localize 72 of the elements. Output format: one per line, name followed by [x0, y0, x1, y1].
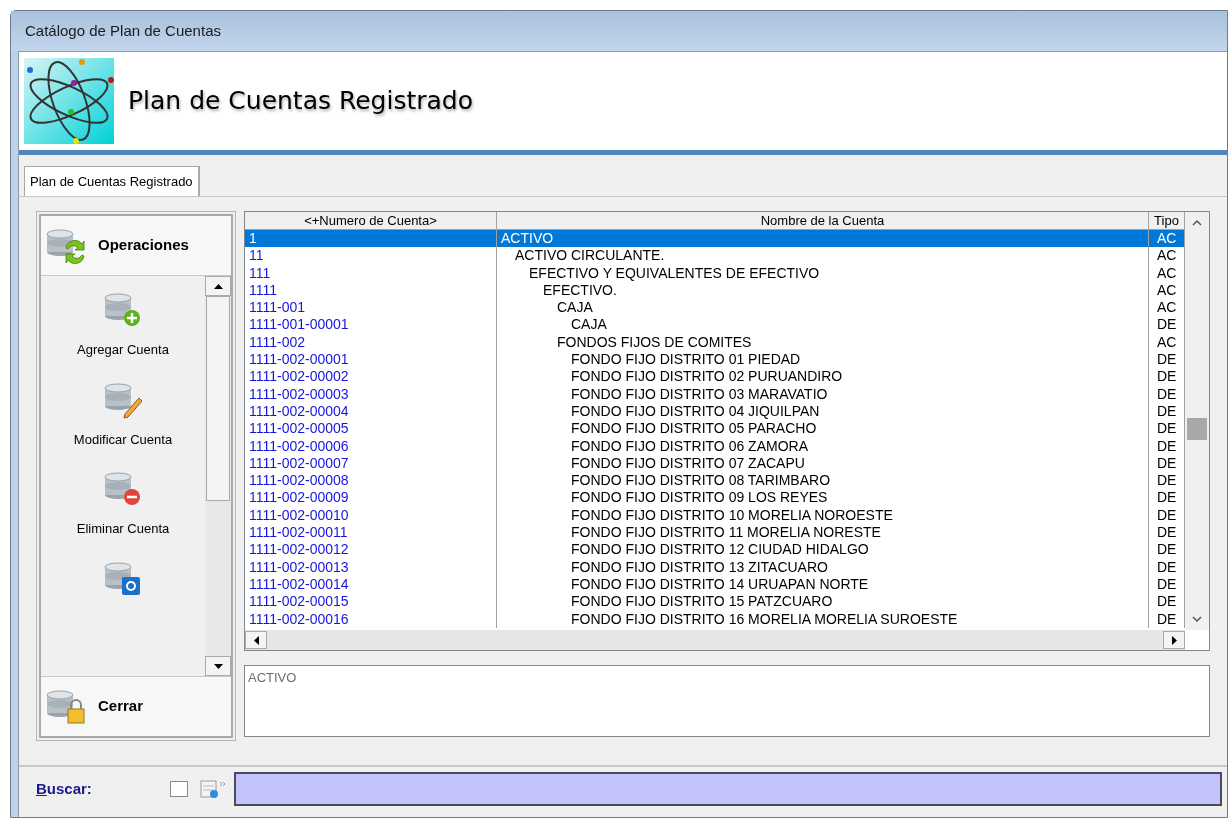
- table-cell: ACTIVO CIRCULANTE.: [497, 247, 1149, 265]
- table-cell: 1: [245, 230, 497, 248]
- table-cell: 1111-002-00016: [245, 610, 497, 628]
- table-cell: CAJA: [497, 299, 1149, 317]
- table-cell: 1111-002-00009: [245, 489, 497, 507]
- table-cell: FONDO FIJO DISTRITO 08 TARIMBARO: [497, 472, 1149, 490]
- table-cell: 1111: [245, 281, 497, 300]
- table-cell: 1111-002-00008: [245, 472, 497, 490]
- vertical-scrollbar[interactable]: [1185, 212, 1209, 630]
- horizontal-scrollbar[interactable]: [245, 630, 1185, 650]
- column-header[interactable]: <+Numero de Cuenta>: [245, 212, 497, 229]
- table-cell: 1111-002-00003: [245, 385, 497, 403]
- table-row[interactable]: 1 ACTIVO AC: [245, 230, 1185, 248]
- checkbox[interactable]: [170, 781, 188, 797]
- table-cell: 1111-002-00004: [245, 402, 497, 421]
- table-cell: FONDO FIJO DISTRITO 12 CIUDAD HIDALGO: [497, 541, 1149, 559]
- table-cell: 11: [245, 247, 497, 265]
- table-cell: FONDO FIJO DISTRITO 10 MORELIA NOROESTE: [497, 506, 1149, 525]
- atom-logo-icon: [24, 58, 114, 144]
- operation-item[interactable]: Agregar Cuenta: [77, 290, 169, 360]
- table-cell: 1111-002-00005: [245, 420, 497, 438]
- search-options-icon[interactable]: [200, 779, 228, 799]
- window-title: Catálogo de Plan de Cuentas: [25, 20, 221, 41]
- table-cell: FONDOS FIJOS DE COMITES: [497, 333, 1149, 352]
- table-cell: FONDO FIJO DISTRITO 03 MARAVATIO: [497, 385, 1149, 403]
- table-cell: 111: [245, 264, 497, 282]
- operation-item[interactable]: Eliminar Cuenta: [76, 469, 170, 539]
- table-cell: CAJA: [497, 316, 1149, 334]
- detail-field[interactable]: ACTIVO: [244, 665, 1210, 737]
- table-cell: 1111-002-00011: [245, 524, 497, 542]
- table-cell: FONDO FIJO DISTRITO 14 URUAPAN NORTE: [497, 575, 1149, 594]
- table-cell: FONDO FIJO DISTRITO 07 ZACAPU: [497, 454, 1149, 473]
- table-cell: FONDO FIJO DISTRITO 13 ZITACUARO: [497, 558, 1149, 576]
- search-field[interactable]: [234, 772, 1222, 806]
- operation-item[interactable]: Modificar Cuenta: [73, 379, 173, 449]
- table-cell: 1111-002-00007: [245, 454, 497, 473]
- table-cell: 1111-002-00013: [245, 558, 497, 576]
- column-header[interactable]: Nombre de la Cuenta: [497, 212, 1149, 229]
- table-cell: EFECTIVO Y EQUIVALENTES DE EFECTIVO: [497, 264, 1149, 282]
- scroll-down-icon[interactable]: [205, 656, 231, 676]
- table-cell: FONDO FIJO DISTRITO 16 MORELIA MORELIA SUROESTE: [497, 610, 1149, 628]
- tab[interactable]: Plan de Cuentas Registrado: [24, 166, 200, 196]
- header-title: Plan de Cuentas Registrado: [128, 85, 473, 118]
- table-cell: 1111-001: [245, 299, 497, 317]
- table-cell: FONDO FIJO DISTRITO 15 PATZCUARO: [497, 593, 1149, 611]
- table-cell: 1111-002: [245, 333, 497, 352]
- table-cell: FONDO FIJO DISTRITO 11 MORELIA NORESTE: [497, 524, 1149, 542]
- scroll-right-icon[interactable]: [1163, 631, 1185, 649]
- table-cell: FONDO FIJO DISTRITO 05 PARACHO: [497, 420, 1149, 438]
- table-cell: 1111-001-00001: [245, 316, 497, 334]
- table-cell: EFECTIVO.: [497, 281, 1149, 300]
- table-cell: 1111-002-00002: [245, 368, 497, 386]
- operations-header[interactable]: Operaciones: [41, 216, 231, 276]
- table-cell: 1111-002-00015: [245, 593, 497, 611]
- vertical-scrollbar[interactable]: [205, 276, 231, 676]
- table-cell: 1111-002-00014: [245, 575, 497, 594]
- table-cell: ACTIVO: [497, 230, 1149, 248]
- table-cell: FONDO FIJO DISTRITO 04 JIQUILPAN: [497, 402, 1149, 421]
- search-label: Buscar:: [36, 778, 93, 799]
- table-cell: 1111-002-00010: [245, 506, 497, 525]
- table-cell: FONDO FIJO DISTRITO 02 PURUANDIRO: [497, 368, 1149, 386]
- scroll-thumb[interactable]: [206, 296, 230, 501]
- scroll-left-icon[interactable]: [245, 631, 267, 649]
- table-cell: 1111-002-00012: [245, 541, 497, 559]
- table-cell: 1111-002-00001: [245, 351, 497, 369]
- scroll-up-icon[interactable]: [205, 276, 231, 296]
- close-section-button[interactable]: Cerrar: [41, 676, 231, 736]
- table-cell: FONDO FIJO DISTRITO 09 LOS REYES: [497, 489, 1149, 507]
- table-cell: 1111-002-00006: [245, 437, 497, 455]
- table-cell: FONDO FIJO DISTRITO 06 ZAMORA: [497, 437, 1149, 455]
- table-cell: FONDO FIJO DISTRITO 01 PIEDAD: [497, 351, 1149, 369]
- scroll-thumb[interactable]: [1187, 418, 1207, 440]
